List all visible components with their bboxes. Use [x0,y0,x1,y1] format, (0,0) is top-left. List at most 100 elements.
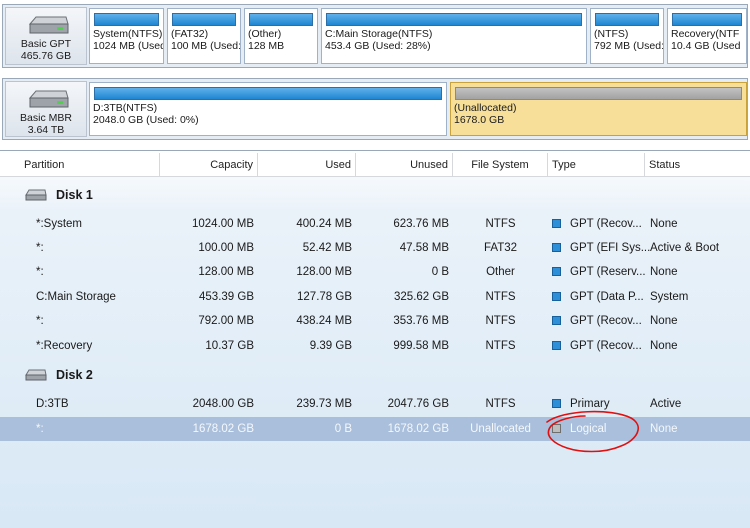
column-header-capacity[interactable]: Capacity [160,153,258,177]
cell-type: GPT (Data P... [552,285,644,309]
partition-block-size: 1024 MB (Used [93,40,164,52]
usage-bar [595,13,659,26]
table-row-selected[interactable]: *: 1678.02 GB 0 B 1678.02 GB Unallocated… [0,417,750,441]
table-row[interactable]: D:3TB 2048.00 GB 239.73 MB 2047.76 GB NT… [0,392,750,416]
disk-group-label: Disk 1 [56,188,93,202]
usage-bar [326,13,582,26]
partition-block-name: Recovery(NTF [671,28,740,40]
cell-capacity: 453.39 GB [199,291,254,303]
cell-used: 9.39 GB [309,340,352,352]
cell-used: 52.42 MB [302,242,352,254]
partition-block-size: 2048.0 GB (Used: 0%) [93,114,199,126]
partition-block-name: (Other) [248,28,282,40]
cell-status: None [650,315,678,327]
cell-type-label: GPT (Reserv... [570,266,646,278]
partition-block-name: (FAT32) [171,28,209,40]
table-row[interactable]: C:Main Storage 453.39 GB 127.78 GB 325.6… [0,285,750,309]
cell-status: Active [650,398,682,410]
cell-type: GPT (Recov... [552,212,642,236]
cell-status: None [650,266,678,278]
cell-capacity: 1024.00 MB [191,218,254,230]
partition-block-recovery[interactable]: Recovery(NTF 10.4 GB (Used [667,8,747,64]
partition-block-d-3tb[interactable]: D:3TB(NTFS) 2048.0 GB (Used: 0%) [89,82,447,136]
partition-type-icon [552,424,561,433]
cell-unused: 325.62 GB [394,291,449,303]
cell-capacity: 100.00 MB [198,242,254,254]
cell-status: None [650,340,678,352]
cell-status: System [650,291,689,303]
cell-used: 0 B [334,423,352,435]
column-header-type[interactable]: Type [548,153,645,177]
cell-used: 239.73 MB [296,398,352,410]
partition-block-size: 128 MB [248,40,285,52]
cell-type-label: GPT (EFI Sys... [570,242,651,254]
table-row[interactable]: *:Recovery 10.37 GB 9.39 GB 999.58 MB NT… [0,334,750,358]
partition-type-icon [552,292,561,301]
partition-block-name: (Unallocated) [454,102,517,114]
column-header-file-system[interactable]: File System [453,153,548,177]
cell-unused: 1678.02 GB [387,423,449,435]
cell-partition: *: [36,266,44,278]
partition-list: Partition Capacity Used Unused File Syst… [0,150,750,528]
cell-file-system: NTFS [485,340,516,352]
partition-block-size: 792 MB (Used: [594,40,664,52]
hard-disk-icon [25,369,47,381]
cell-status: None [650,423,678,435]
cell-capacity: 792.00 MB [198,315,254,327]
disk-group-header[interactable]: Disk 2 [0,363,750,387]
cell-capacity: 1678.02 GB [192,423,254,435]
partition-block-size: 453.4 GB (Used: 28%) [325,40,431,52]
table-row[interactable]: *: 792.00 MB 438.24 MB 353.76 MB NTFS GP… [0,309,750,333]
cell-capacity: 2048.00 GB [192,398,254,410]
cell-used: 400.24 MB [296,218,352,230]
cell-type-label: GPT (Recov... [570,315,642,327]
cell-unused: 623.76 MB [393,218,449,230]
column-header-partition[interactable]: Partition [0,153,160,177]
table-row[interactable]: *: 100.00 MB 52.42 MB 47.58 MB FAT32 GPT… [0,236,750,260]
disk-size-label: 465.76 GB [20,50,72,62]
disk-type-label: Basic MBR [20,112,72,124]
cell-file-system: NTFS [485,218,516,230]
cell-unused: 47.58 MB [399,242,449,254]
partition-block-unallocated[interactable]: (Unallocated) 1678.0 GB [450,82,747,136]
column-header-row: Partition Capacity Used Unused File Syst… [0,153,750,177]
disk-2-info[interactable]: Basic MBR 3.64 TB [5,81,87,137]
partition-block-system[interactable]: System(NTFS) 1024 MB (Used [89,8,164,64]
disk-2-map-row: Basic MBR 3.64 TB D:3TB(NTFS) 2048.0 GB … [2,78,748,140]
partition-block-other[interactable]: (Other) 128 MB [244,8,318,64]
partition-type-icon [552,399,561,408]
disk-group-header[interactable]: Disk 1 [0,183,750,207]
partition-block-fat32[interactable]: (FAT32) 100 MB (Used: [167,8,241,64]
partition-type-icon [552,316,561,325]
column-header-status[interactable]: Status [645,153,750,177]
cell-unused: 999.58 MB [393,340,449,352]
cell-status: None [650,218,678,230]
cell-partition: *: [36,423,44,435]
cell-type: GPT (Reserv... [552,260,646,284]
partition-block-ntfs[interactable]: (NTFS) 792 MB (Used: [590,8,664,64]
cell-type: GPT (Recov... [552,309,642,333]
cell-type: Logical [552,417,606,441]
column-header-unused[interactable]: Unused [356,153,453,177]
disk-1-info[interactable]: Basic GPT 465.76 GB [5,7,87,65]
disk-type-label: Basic GPT [20,38,72,50]
usage-bar [672,13,742,26]
table-row[interactable]: *:System 1024.00 MB 400.24 MB 623.76 MB … [0,212,750,236]
table-row[interactable]: *: 128.00 MB 128.00 MB 0 B Other GPT (Re… [0,260,750,284]
partition-block-size: 1678.0 GB [454,114,505,126]
usage-bar [455,87,742,100]
cell-type: Primary [552,392,610,416]
column-header-used[interactable]: Used [258,153,356,177]
cell-capacity: 128.00 MB [198,266,254,278]
cell-type-label: GPT (Data P... [570,291,644,303]
partition-block-name: C:Main Storage(NTFS) [325,28,433,40]
cell-unused: 353.76 MB [393,315,449,327]
cell-partition: C:Main Storage [36,291,116,303]
partition-block-main-storage[interactable]: C:Main Storage(NTFS) 453.4 GB (Used: 28%… [321,8,587,64]
cell-partition: *: [36,242,44,254]
usage-bar [172,13,236,26]
cell-type-label: GPT (Recov... [570,218,642,230]
disk-group-label: Disk 2 [56,368,93,382]
cell-unused: 2047.76 GB [387,398,449,410]
cell-file-system: NTFS [485,291,516,303]
